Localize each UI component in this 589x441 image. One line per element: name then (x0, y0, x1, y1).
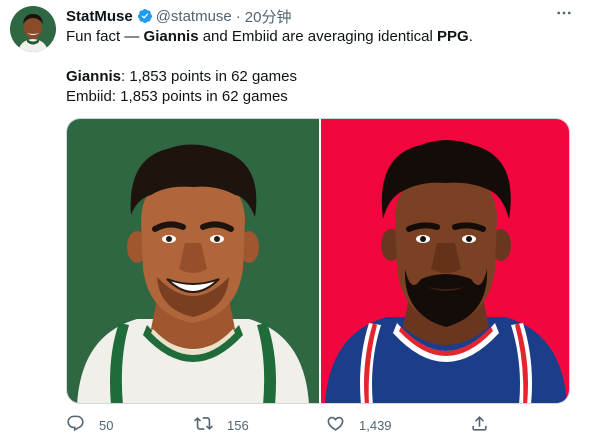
like-count: 1,439 (359, 417, 392, 433)
media-panel-embiid[interactable] (321, 119, 569, 403)
text-segment: Fun fact — (66, 28, 144, 45)
tweet-text: Fun fact — Giannis and Embiid are averag… (66, 27, 575, 107)
share-icon (470, 414, 489, 436)
retweet-icon (194, 414, 213, 436)
player-name-giannis-2: Giannis (66, 68, 122, 85)
tweet-line-2: Giannis: 1,853 points in 62 games (66, 67, 575, 87)
text-segment: : 1,853 points in 62 games (121, 68, 297, 85)
more-options-icon[interactable] (553, 2, 575, 24)
like-button[interactable]: 1,439 (326, 414, 392, 436)
tweet-line-3: Embiid: 1,853 points in 62 games (66, 88, 288, 105)
text-segment: . (468, 28, 473, 45)
separator-dot: · (235, 7, 241, 25)
timestamp[interactable]: 20分钟 (245, 6, 292, 27)
heart-icon (326, 414, 345, 436)
tweet-header: StatMuse @statmuse · 20分钟 (66, 6, 579, 26)
author-handle[interactable]: @statmuse (156, 8, 232, 25)
avatar[interactable] (10, 6, 56, 52)
tweet-actions: 50 156 1,439 (62, 414, 502, 436)
share-button[interactable] (470, 414, 489, 436)
statmuse-avatar-icon (10, 6, 56, 52)
tweet-line-1: Fun fact — Giannis and Embiid are averag… (66, 27, 575, 47)
media-panel-giannis[interactable] (67, 119, 319, 403)
giannis-illustration-icon (67, 119, 319, 403)
retweet-button[interactable]: 156 (194, 414, 249, 436)
text-segment: and Embiid are averaging identical (198, 28, 438, 45)
verified-badge-icon (137, 8, 153, 24)
reply-icon (66, 414, 85, 436)
tweet-media[interactable] (66, 118, 570, 404)
embiid-illustration-icon (321, 119, 569, 403)
author-name[interactable]: StatMuse (66, 8, 133, 25)
reply-count: 50 (99, 417, 114, 433)
retweet-count: 156 (227, 417, 249, 433)
player-name-giannis: Giannis (143, 28, 199, 45)
stat-ppg: PPG (437, 28, 469, 45)
reply-button[interactable]: 50 (66, 414, 113, 436)
